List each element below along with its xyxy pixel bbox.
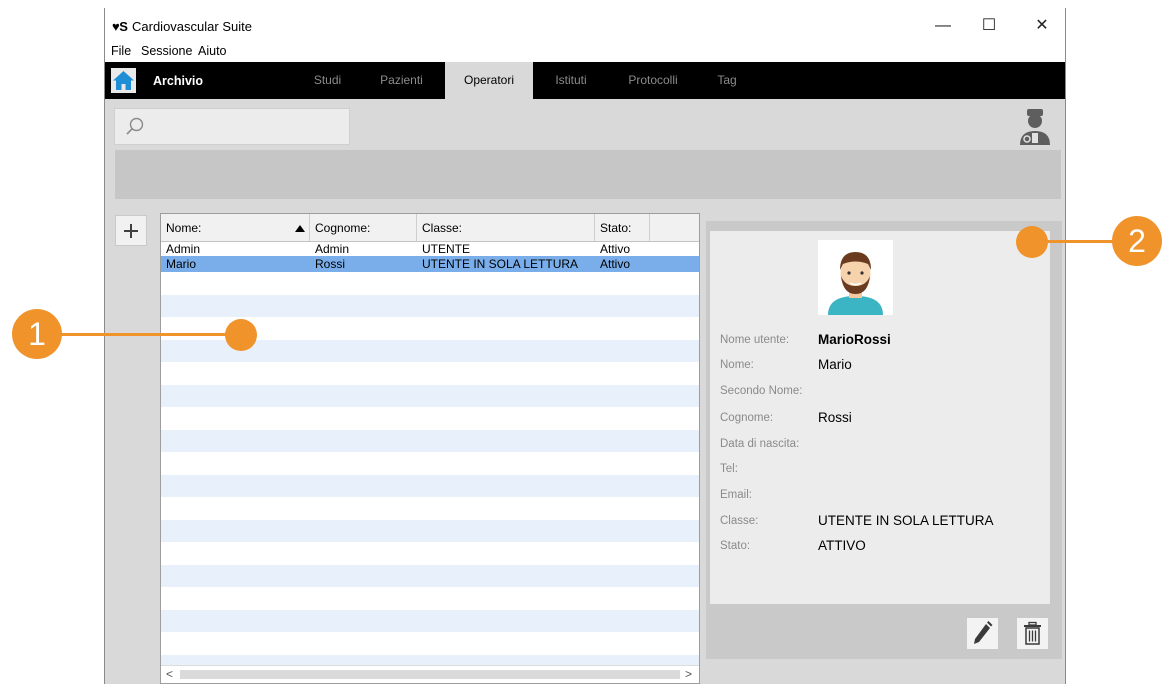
- value-stato: ATTIVO: [818, 538, 866, 553]
- app-logo-icon: ♥S: [112, 19, 128, 34]
- empty-row: [161, 430, 699, 452]
- column-header-stato[interactable]: Stato:: [600, 221, 631, 235]
- cell-nome: Mario: [166, 257, 197, 271]
- doctor-user-icon: [1020, 109, 1050, 145]
- cell-classe: UTENTE IN SOLA LETTURA: [422, 257, 579, 271]
- cell-cognome: Rossi: [315, 257, 346, 271]
- nav-archivio[interactable]: Archivio: [153, 74, 203, 88]
- pencil-icon: [974, 621, 993, 644]
- column-header-classe[interactable]: Classe:: [422, 221, 462, 235]
- avatar: [818, 240, 893, 315]
- value-nome: Mario: [818, 357, 852, 372]
- cell-stato: Attivo: [600, 242, 631, 256]
- label-classe: Classe:: [720, 515, 759, 527]
- user-avatar-icon: [828, 252, 883, 315]
- scroll-left-icon[interactable]: <: [166, 667, 173, 681]
- callout-2-badge: 2: [1112, 216, 1162, 266]
- label-stato: Stato:: [720, 540, 751, 552]
- label-cognome: Cognome:: [720, 412, 774, 424]
- callout-2-dot: [1016, 226, 1048, 258]
- add-operator-button[interactable]: [115, 215, 147, 246]
- cell-nome: Admin: [166, 242, 201, 256]
- title-bar: ♥S Cardiovascular Suite — ☐ ✕: [105, 8, 1065, 42]
- table-row[interactable]: Admin Admin UTENTE Attivo: [161, 241, 699, 256]
- horizontal-scrollbar[interactable]: < >: [161, 665, 699, 683]
- label-nome: Nome:: [720, 359, 754, 371]
- callout-1-badge: 1: [12, 309, 62, 359]
- nav-bar: Archivio Studi Pazienti Operatori Istitu…: [105, 62, 1065, 99]
- column-separator[interactable]: [309, 214, 310, 241]
- search-icon: [126, 117, 144, 135]
- table-header: Nome: Cognome: Classe: Stato:: [161, 214, 699, 242]
- callout-1-dot: [225, 319, 257, 351]
- value-cognome: Rossi: [818, 410, 852, 425]
- menu-bar: File Sessione Aiuto: [105, 42, 1065, 62]
- operator-detail-card: Nome utente: MarioRossi Nome: Mario Seco…: [710, 231, 1050, 604]
- tab-studi[interactable]: Studi: [297, 62, 358, 99]
- label-nome-utente: Nome utente:: [720, 334, 790, 346]
- minimize-button[interactable]: —: [920, 14, 966, 38]
- home-icon: [113, 71, 134, 90]
- filter-bar: [115, 150, 1061, 199]
- label-data-nascita: Data di nascita:: [720, 438, 800, 450]
- scroll-right-icon[interactable]: >: [685, 667, 692, 681]
- tab-pazienti[interactable]: Pazienti: [368, 62, 435, 99]
- column-header-nome[interactable]: Nome:: [166, 221, 201, 235]
- tab-protocolli[interactable]: Protocolli: [613, 62, 693, 99]
- tab-tag[interactable]: Tag: [705, 62, 749, 99]
- tab-istituti[interactable]: Istituti: [541, 62, 601, 99]
- cell-cognome: Admin: [315, 242, 350, 256]
- label-secondo-nome: Secondo Nome:: [720, 385, 803, 397]
- value-nome-utente: MarioRossi: [818, 332, 891, 347]
- empty-row: [161, 520, 699, 542]
- trash-icon: [1024, 621, 1041, 645]
- cell-stato: Attivo: [600, 257, 631, 271]
- operators-table: Nome: Cognome: Classe: Stato: Admin Admi…: [160, 213, 700, 684]
- menu-file[interactable]: File: [111, 44, 131, 58]
- menu-sessione[interactable]: Sessione: [141, 44, 192, 58]
- tab-operatori[interactable]: Operatori: [445, 62, 533, 99]
- close-button[interactable]: ✕: [1019, 14, 1065, 38]
- maximize-button[interactable]: ☐: [966, 14, 1012, 38]
- table-row-selected[interactable]: Mario Rossi UTENTE IN SOLA LETTURA Attiv…: [161, 256, 699, 272]
- cell-classe: UTENTE: [422, 242, 470, 256]
- edit-button[interactable]: [966, 617, 999, 650]
- empty-row: [161, 385, 699, 407]
- empty-row: [161, 610, 699, 632]
- label-email: Email:: [720, 489, 752, 501]
- empty-row: [161, 295, 699, 317]
- column-separator[interactable]: [594, 214, 595, 241]
- sort-ascending-icon: [295, 225, 305, 232]
- window-title: Cardiovascular Suite: [132, 19, 252, 34]
- empty-row: [161, 475, 699, 497]
- label-tel: Tel:: [720, 463, 738, 475]
- user-button[interactable]: [1018, 109, 1052, 149]
- home-button[interactable]: [111, 68, 136, 93]
- empty-row: [161, 565, 699, 587]
- menu-aiuto[interactable]: Aiuto: [198, 44, 227, 58]
- delete-button[interactable]: [1016, 617, 1049, 650]
- value-classe: UTENTE IN SOLA LETTURA: [818, 513, 994, 528]
- search-input[interactable]: [114, 108, 350, 145]
- callout-1-line: [48, 333, 248, 336]
- column-header-cognome[interactable]: Cognome:: [315, 221, 370, 235]
- scrollbar-thumb[interactable]: [180, 670, 680, 679]
- column-separator[interactable]: [649, 214, 650, 241]
- column-separator[interactable]: [416, 214, 417, 241]
